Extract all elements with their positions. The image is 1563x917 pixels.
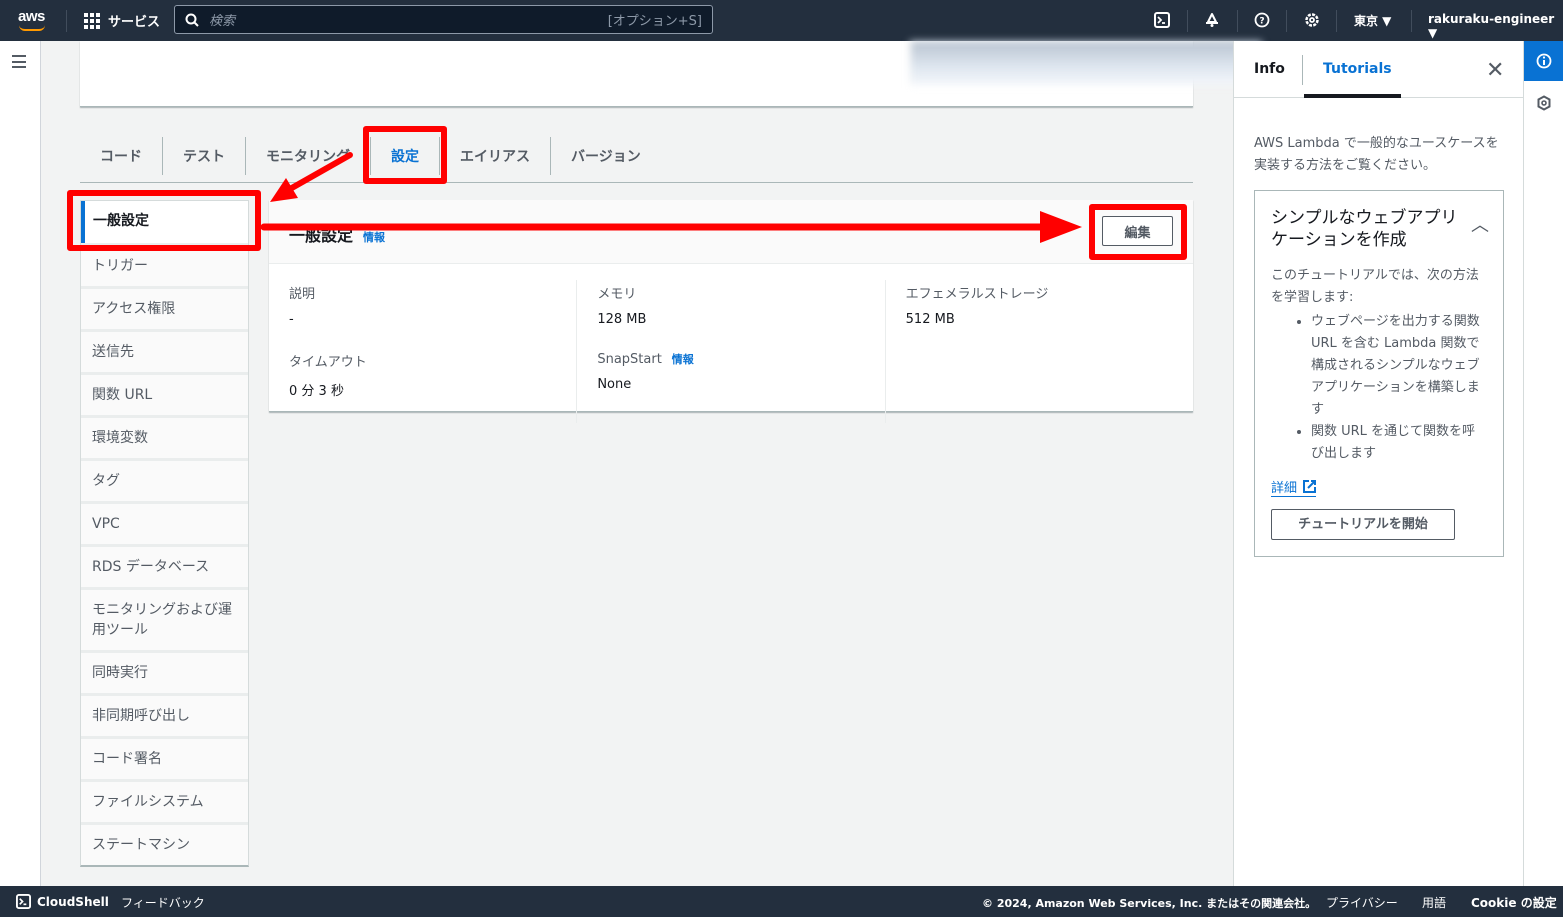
- tab-aliases[interactable]: エイリアス: [439, 137, 550, 175]
- tab-info[interactable]: Info: [1254, 61, 1285, 77]
- timeout-label: タイムアウト: [289, 355, 367, 370]
- search-icon: [185, 13, 199, 27]
- sidenav-item-file-systems[interactable]: ファイルシステム: [81, 779, 248, 822]
- description-value: -: [289, 312, 294, 327]
- cloudshell-icon: [16, 894, 31, 909]
- cloudshell-button[interactable]: CloudShell: [16, 894, 109, 909]
- chevron-up-icon[interactable]: ︿: [1471, 211, 1489, 237]
- start-tutorial-button[interactable]: チュートリアルを開始: [1271, 509, 1455, 540]
- ephemeral-storage-label: エフェメラルストレージ: [905, 287, 1049, 302]
- blurred-content: [910, 41, 1262, 85]
- tutorial-intro: このチュートリアルでは、次の方法を学習します:: [1271, 268, 1479, 305]
- divider: [1302, 55, 1303, 85]
- snapstart-info-link[interactable]: 情報: [672, 353, 694, 366]
- sidenav-item-code-signing[interactable]: コード署名: [81, 736, 248, 779]
- help-panel-tabs: Info Tutorials ✕: [1234, 41, 1523, 98]
- aws-smile-icon: [19, 25, 45, 31]
- hamburger-menu-icon[interactable]: [12, 55, 26, 68]
- tutorial-hex-icon[interactable]: [1536, 95, 1552, 115]
- sidenav-item-rds-databases[interactable]: RDS データベース: [81, 544, 248, 587]
- privacy-link[interactable]: プライバシー: [1326, 894, 1398, 911]
- search-input[interactable]: 検索 [オプション+S]: [174, 5, 713, 34]
- function-overview-card: [80, 41, 1262, 107]
- edit-button[interactable]: 編集: [1102, 216, 1173, 246]
- sidenav-item-function-url[interactable]: 関数 URL: [81, 372, 248, 415]
- sidenav-item-async-invocation[interactable]: 非同期呼び出し: [81, 693, 248, 736]
- ephemeral-storage-value: 512 MB: [905, 312, 955, 327]
- tab-test[interactable]: テスト: [162, 137, 245, 175]
- tab-monitoring[interactable]: モニタリング: [245, 137, 370, 175]
- snapstart-label: SnapStart 情報: [597, 352, 694, 367]
- sidenav-item-concurrency[interactable]: 同時実行: [81, 650, 248, 693]
- terms-link[interactable]: 用語: [1422, 894, 1446, 911]
- divider: [66, 10, 67, 32]
- memory-value: 128 MB: [597, 312, 647, 327]
- card-title: 一般設定 情報: [289, 226, 386, 245]
- column-2: メモリ 128 MB SnapStart 情報 None: [576, 280, 884, 423]
- list-item: ウェブページを出力する関数 URL を含む Lambda 関数で構成されるシンプ…: [1311, 311, 1487, 421]
- list-item: 関数 URL を通じて関数を呼び出します: [1311, 421, 1487, 465]
- active-tab-indicator: [1304, 94, 1401, 98]
- sidenav-item-tags[interactable]: タグ: [81, 458, 248, 501]
- sidenav-item-permissions[interactable]: アクセス権限: [81, 286, 248, 329]
- settings-icon[interactable]: [1302, 10, 1322, 30]
- tab-versions[interactable]: バージョン: [550, 137, 661, 175]
- sidenav-item-triggers[interactable]: トリガー: [81, 243, 248, 286]
- right-tools-rail: [1523, 41, 1563, 886]
- info-icon[interactable]: [1524, 41, 1563, 81]
- grid-icon: [84, 12, 100, 29]
- top-navigation-bar: aws サービス 検索 [オプション+S] ? 東京 ▼ rakuraku-en…: [0, 0, 1563, 41]
- help-panel: Info Tutorials ✕ AWS Lambda で一般的なユースケースを…: [1233, 41, 1523, 886]
- tab-code[interactable]: コード: [80, 137, 162, 175]
- sidenav-item-state-machines[interactable]: ステートマシン: [81, 822, 248, 865]
- info-link[interactable]: 情報: [363, 231, 385, 244]
- sidenav-item-monitoring-tools[interactable]: モニタリングおよび運用ツール: [81, 587, 248, 650]
- timeout-value: 0 分 3 秒: [289, 384, 344, 399]
- memory-label: メモリ: [597, 287, 637, 302]
- tab-tutorials[interactable]: Tutorials: [1323, 61, 1392, 77]
- close-icon[interactable]: ✕: [1486, 60, 1504, 82]
- tutorial-bullets: ウェブページを出力する関数 URL を含む Lambda 関数で構成されるシンプ…: [1311, 311, 1487, 465]
- sidenav-item-general[interactable]: 一般設定: [81, 201, 248, 243]
- sidenav-item-destinations[interactable]: 送信先: [81, 329, 248, 372]
- column-1: 説明 - タイムアウト 0 分 3 秒: [269, 280, 576, 423]
- divider: [1187, 10, 1188, 32]
- aws-logo[interactable]: aws: [16, 8, 50, 32]
- help-description: AWS Lambda で一般的なユースケースを実装する方法をご覧ください。: [1254, 136, 1499, 173]
- column-3: エフェメラルストレージ 512 MB: [884, 280, 1193, 423]
- card-header: 一般設定 情報 編集: [269, 200, 1193, 264]
- general-configuration-card: 一般設定 情報 編集 説明 - タイムアウト 0 分 3 秒 メモリ 128 MB…: [269, 200, 1193, 423]
- feedback-link[interactable]: フィードバック: [121, 894, 205, 911]
- search-shortcut: [オプション+S]: [607, 14, 702, 29]
- notifications-icon[interactable]: [1202, 10, 1222, 30]
- sidenav-item-vpc[interactable]: VPC: [81, 501, 248, 544]
- svg-text:?: ?: [1259, 17, 1264, 27]
- external-link-icon: [1303, 480, 1317, 493]
- description-label: 説明: [289, 287, 316, 302]
- tutorial-card: シンプルなウェブアプリケーションを作成 ︿ このチュートリアルでは、次の方法を学…: [1254, 190, 1504, 557]
- cloudshell-icon[interactable]: [1152, 10, 1172, 30]
- account-menu[interactable]: rakuraku-engineer ▼: [1428, 12, 1563, 40]
- cookie-settings-link[interactable]: Cookie の設定: [1471, 894, 1557, 911]
- help-icon[interactable]: ?: [1252, 10, 1272, 30]
- tutorial-title: シンプルなウェブアプリケーションを作成: [1271, 208, 1458, 250]
- learn-more-link[interactable]: 詳細: [1271, 477, 1317, 497]
- services-menu-button[interactable]: サービス: [84, 11, 160, 30]
- configuration-side-nav: 一般設定 トリガー アクセス権限 送信先 関数 URL 環境変数 タグ VPC …: [80, 200, 249, 867]
- divider: [1286, 10, 1287, 32]
- divider: [1237, 10, 1238, 32]
- divider: [1336, 10, 1337, 32]
- footer: CloudShell フィードバック © 2024, Amazon Web Se…: [0, 886, 1563, 917]
- sidenav-item-environment-variables[interactable]: 環境変数: [81, 415, 248, 458]
- divider: [1411, 10, 1412, 32]
- left-navigation-rail: [0, 41, 41, 886]
- search-placeholder: 検索: [209, 14, 236, 29]
- copyright-text: © 2024, Amazon Web Services, Inc. またはその関…: [982, 897, 1317, 910]
- snapstart-value: None: [597, 377, 632, 392]
- tab-configuration[interactable]: 設定: [370, 137, 439, 175]
- function-tabs: コード テスト モニタリング 設定 エイリアス バージョン: [80, 135, 1193, 183]
- region-selector[interactable]: 東京 ▼: [1354, 12, 1391, 29]
